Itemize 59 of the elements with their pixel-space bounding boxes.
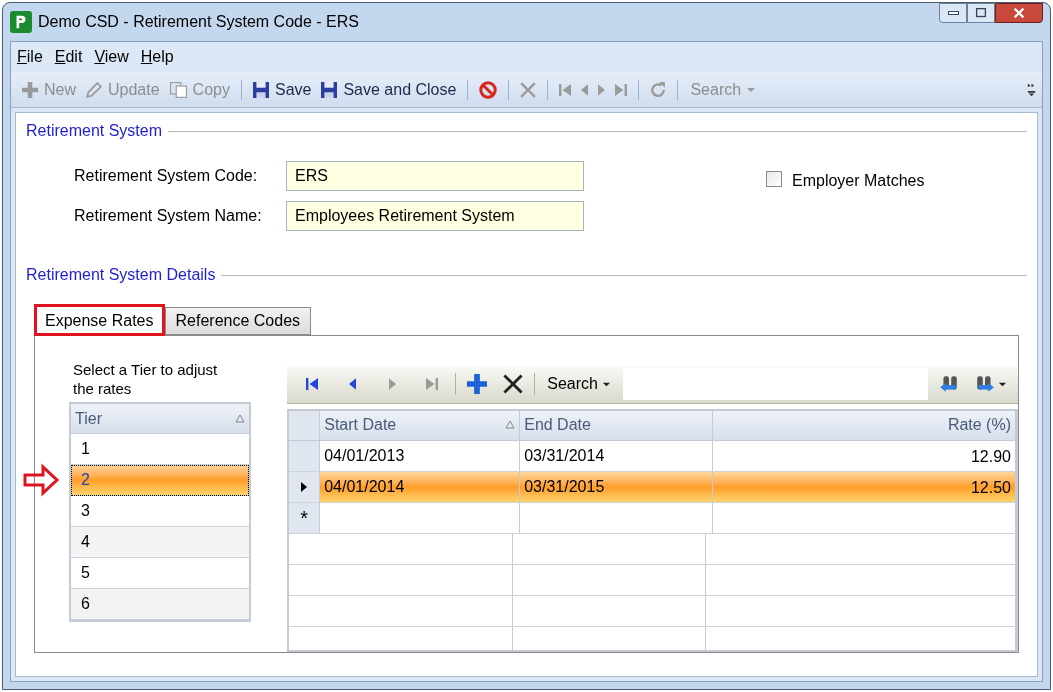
previous-icon <box>581 83 589 96</box>
tab[interactable]: Expense Rates <box>34 304 165 336</box>
table-cell[interactable]: 4 <box>71 527 250 558</box>
column-header: End Date <box>524 415 591 436</box>
pencil-icon <box>86 81 102 98</box>
column-header: Start Date <box>324 415 397 436</box>
tab[interactable]: Reference Codes <box>164 307 312 335</box>
binoculars-icon <box>938 374 960 395</box>
close-icon <box>1012 6 1026 20</box>
first-record-icon <box>559 83 572 96</box>
checkbox-label: Employer Matches <box>792 171 925 191</box>
field-label: Retirement System Code: <box>74 166 259 186</box>
table-cell[interactable]: 2 <box>71 465 250 496</box>
column-header: Tier <box>75 408 102 429</box>
next-icon <box>388 378 396 391</box>
checkbox[interactable] <box>766 171 782 187</box>
field-label: Retirement System Name: <box>74 206 263 226</box>
close-button[interactable] <box>995 3 1043 23</box>
table-cell[interactable]: 04/01/2014 <box>320 471 521 502</box>
menu-item[interactable]: File <box>13 45 47 69</box>
menu-item[interactable]: Help <box>136 45 178 69</box>
sort-icon <box>505 420 516 431</box>
plus-icon <box>22 81 38 98</box>
menu-item[interactable]: View <box>90 45 133 69</box>
section-heading: Retirement System <box>26 121 163 141</box>
text-field[interactable]: Employees Retirement System <box>286 201 584 231</box>
window-title: Demo CSD - Retirement System Code - ERS <box>38 12 359 32</box>
maximize-button[interactable] <box>967 3 995 23</box>
plus-icon <box>467 374 488 395</box>
toolbar-button[interactable]: Save <box>247 75 317 104</box>
toolbar-button[interactable]: Save and Close <box>316 75 462 104</box>
caret-icon <box>747 87 756 92</box>
refresh-icon <box>650 82 667 97</box>
next-icon <box>598 83 606 96</box>
minimize-icon <box>947 11 959 15</box>
no-entry-icon <box>479 80 498 99</box>
maximize-icon <box>974 6 988 20</box>
menu-item[interactable]: Edit <box>50 45 87 69</box>
search-dropdown[interactable]: Search <box>541 370 617 399</box>
last-record-icon <box>615 83 628 96</box>
sort-icon <box>235 413 246 424</box>
previous-icon <box>348 378 356 391</box>
last-record-icon <box>426 378 439 391</box>
section-heading: Retirement System Details <box>26 265 216 285</box>
first-record-icon <box>306 378 319 391</box>
overflow-chevron-icon[interactable] <box>1027 81 1036 98</box>
close-icon <box>503 374 524 395</box>
row-selector[interactable] <box>289 471 321 502</box>
tier-prompt: Select a Tier to adjust the rates <box>72 360 219 398</box>
minimize-button[interactable] <box>939 3 967 23</box>
table-cell[interactable]: 12.50 <box>713 471 1016 502</box>
table-cell[interactable]: 6 <box>71 589 250 620</box>
search-field[interactable] <box>622 368 928 401</box>
copy-icon <box>169 81 187 98</box>
table-cell[interactable]: 03/31/2015 <box>520 471 714 502</box>
new-row-marker: * <box>289 502 321 533</box>
text-field[interactable]: ERS <box>286 161 584 191</box>
close-icon <box>520 81 537 98</box>
column-header: Rate (%) <box>947 415 1011 436</box>
